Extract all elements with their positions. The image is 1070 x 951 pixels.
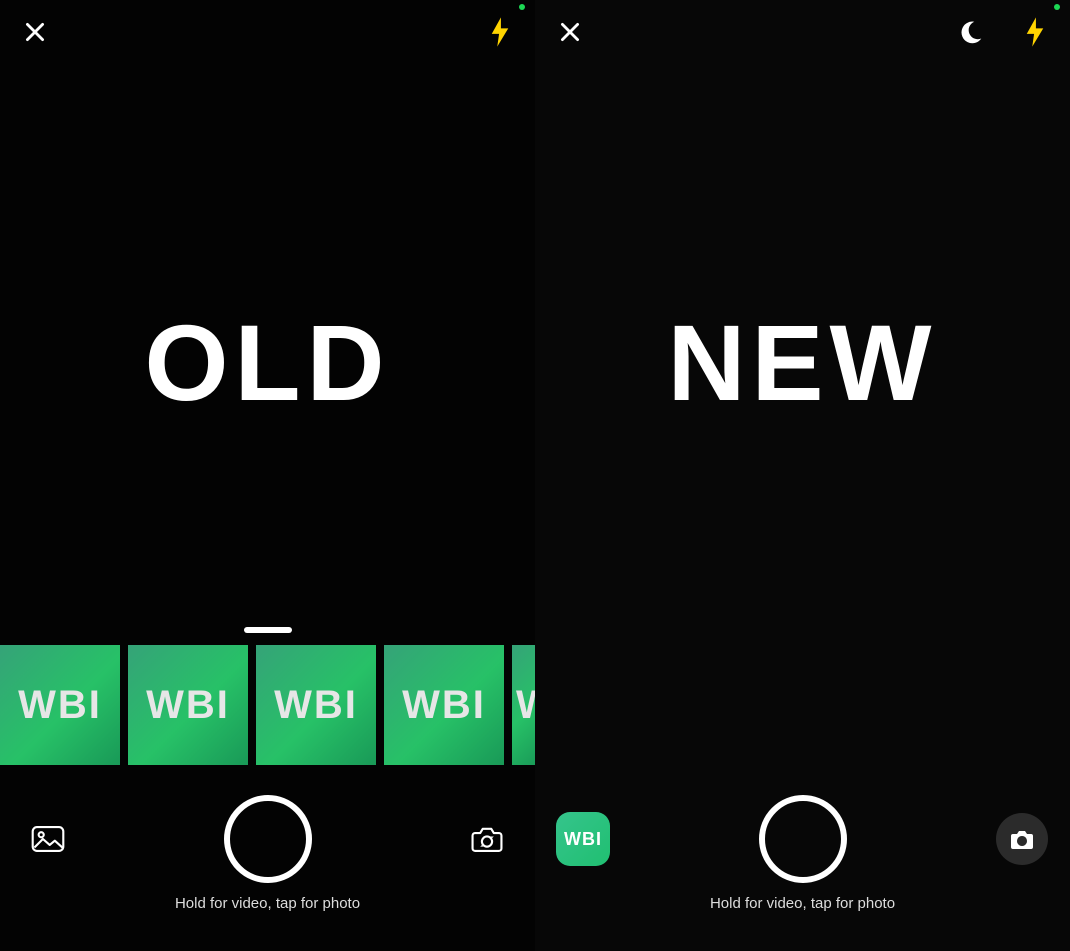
night-mode-toggle[interactable] [954,15,988,49]
moon-icon [958,19,984,45]
capture-hint: Hold for video, tap for photo [710,895,895,912]
bottom-controls: Hold for video, tap for photo [0,795,535,945]
flash-toggle[interactable] [1018,15,1052,49]
thumbnail[interactable]: WBI [256,645,376,765]
shutter-button[interactable] [759,795,847,883]
thumbnail[interactable]: WBI [0,645,120,765]
gallery-button[interactable]: WBI [556,812,610,866]
comparison-label-new: NEW [535,300,1070,425]
capture-hint: Hold for video, tap for photo [175,895,360,912]
close-icon [557,19,583,45]
close-icon [22,19,48,45]
comparison-label-old: OLD [0,300,535,425]
camera-swap-icon [1008,827,1036,851]
top-bar [535,0,1070,64]
recent-thumbnails[interactable]: WBI WBI WBI WBI W [0,645,540,765]
bottom-controls: WBI Hold for video, tap for photo [535,795,1070,945]
drawer-handle[interactable] [244,627,292,633]
camera-swap-button[interactable] [996,813,1048,865]
thumbnail[interactable]: WBI [384,645,504,765]
flash-icon [489,17,511,47]
old-camera-pane: OLD WBI WBI WBI WBI W Hold for video, ta… [0,0,535,951]
thumbnail[interactable]: WBI [128,645,248,765]
gallery-button[interactable] [31,822,65,856]
flash-toggle[interactable] [483,15,517,49]
camera-swap-icon [470,822,504,856]
close-button[interactable] [18,15,52,49]
new-camera-pane: NEW WBI Hold for video, tap for photo [535,0,1070,951]
gallery-icon [31,823,65,855]
flash-icon [1024,17,1046,47]
close-button[interactable] [553,15,587,49]
shutter-button[interactable] [224,795,312,883]
top-bar [0,0,535,64]
camera-swap-button[interactable] [470,822,504,856]
